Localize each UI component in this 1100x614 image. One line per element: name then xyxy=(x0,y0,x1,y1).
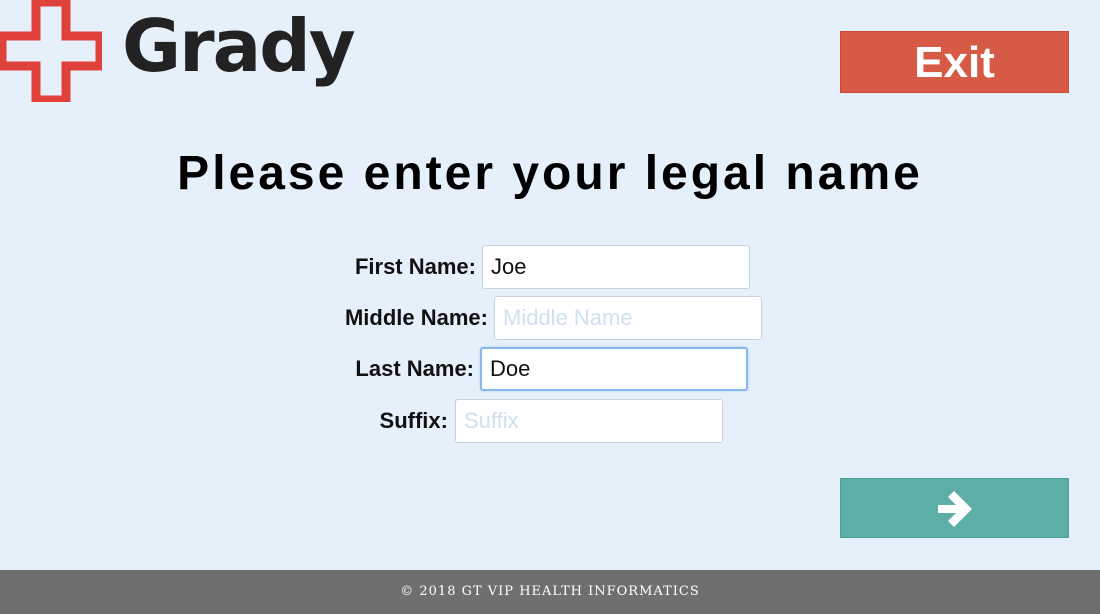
last-name-field[interactable] xyxy=(480,347,748,391)
first-name-label: First Name: xyxy=(354,254,476,279)
suffix-label: Suffix: xyxy=(379,408,448,433)
name-entry-page: Grady Exit Please enter your legal name … xyxy=(0,0,1100,614)
page-title: Please enter your legal name xyxy=(177,147,923,200)
middle-name-field[interactable] xyxy=(494,296,762,340)
arrow-right-icon xyxy=(938,491,972,527)
last-name-label: Last Name: xyxy=(355,356,474,381)
grady-logo: Grady xyxy=(0,0,356,102)
logo-text: Grady xyxy=(122,4,356,88)
exit-button[interactable]: Exit xyxy=(840,31,1069,93)
next-button[interactable] xyxy=(840,478,1069,538)
last-name-row: Last Name: xyxy=(0,347,1100,391)
middle-name-row: Middle Name: xyxy=(0,296,1100,340)
copyright-text: © 2018 GT VIP HEALTH INFORMATICS xyxy=(400,584,700,599)
red-cross-icon xyxy=(0,0,102,102)
suffix-field[interactable] xyxy=(455,399,723,443)
first-name-row: First Name: xyxy=(0,245,1100,289)
first-name-field[interactable] xyxy=(482,245,750,289)
middle-name-label: Middle Name: xyxy=(344,305,488,330)
suffix-row: Suffix: xyxy=(0,399,1100,443)
footer: © 2018 GT VIP HEALTH INFORMATICS xyxy=(0,570,1100,614)
